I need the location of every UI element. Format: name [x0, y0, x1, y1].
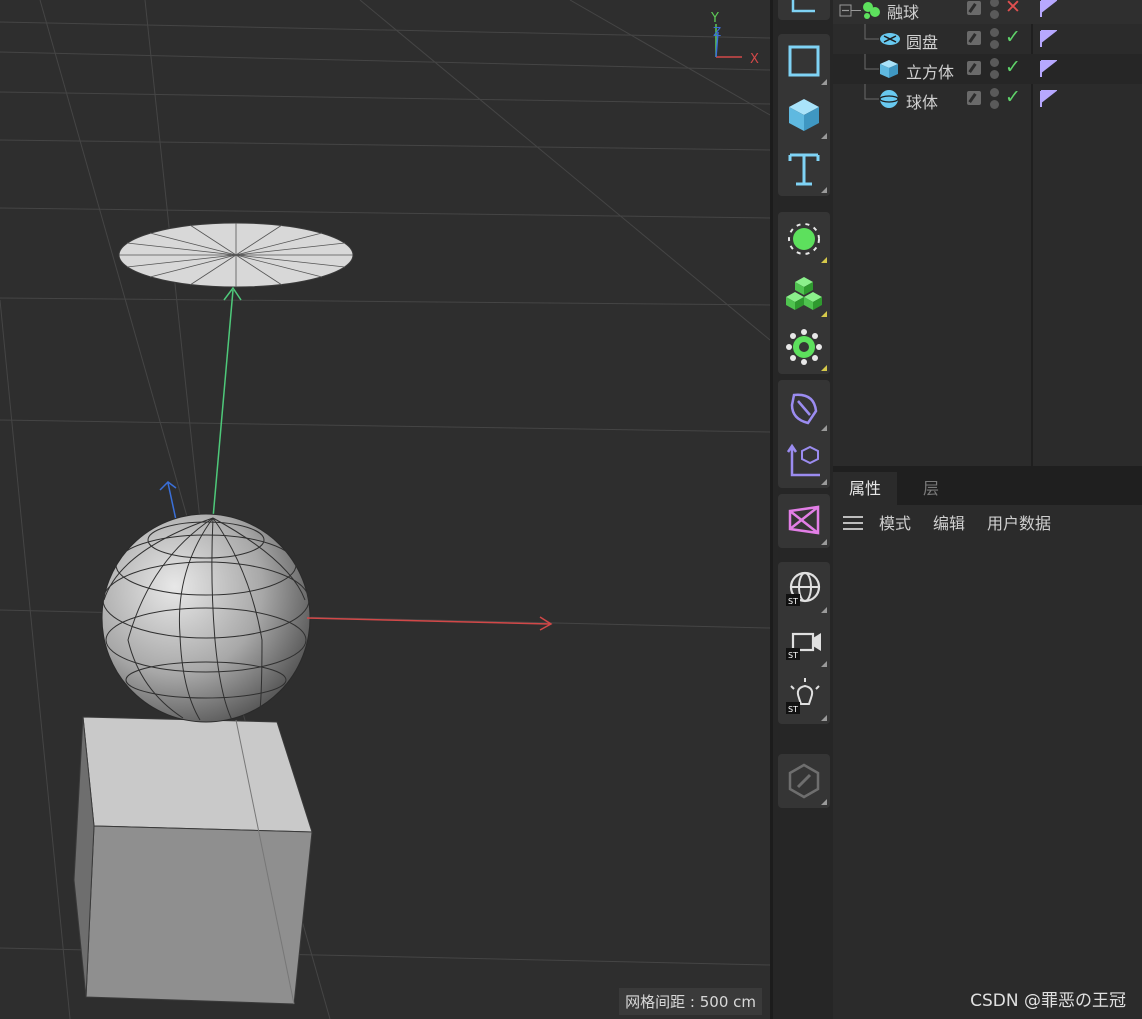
cube-icon	[880, 60, 898, 78]
visibility-dots[interactable]	[990, 28, 1000, 50]
menu-icon[interactable]	[843, 516, 863, 530]
svg-text:ST: ST	[788, 597, 798, 606]
editor-visibility-icon[interactable]	[967, 31, 981, 45]
svg-text:ST: ST	[788, 651, 798, 660]
visibility-dots[interactable]	[990, 0, 1000, 20]
3d-viewport[interactable]: Y Z X 网格间距 : 500 cm	[0, 0, 770, 1019]
camera-icon: ST	[786, 632, 821, 660]
spline-pen-button[interactable]	[778, 380, 830, 434]
visibility-dots[interactable]	[990, 88, 1000, 110]
enable-toggle-on[interactable]: ✓	[1005, 26, 1021, 48]
toolbar-group-mograph	[778, 494, 830, 548]
toolbar-group-generators	[778, 212, 830, 374]
attribute-manager: 属性 层 模式 编辑 用户数据	[833, 472, 1142, 1019]
axis-label-y: Y	[710, 11, 719, 26]
enable-toggle-on[interactable]: ✓	[1005, 86, 1021, 108]
enable-toggle-off[interactable]: ✕	[1005, 0, 1021, 18]
toolbar-group-edit	[778, 754, 830, 808]
cube-object[interactable]	[73, 716, 313, 1005]
viewport-scene: Y Z X	[0, 0, 770, 1019]
camera-button[interactable]: ST	[778, 616, 830, 670]
tree-branch-icon	[864, 24, 879, 40]
tab-attributes[interactable]: 属性	[833, 472, 898, 505]
phong-tag-icon[interactable]	[1039, 0, 1057, 18]
spline-arrow-icon	[791, 0, 815, 13]
tree-collapse-icon[interactable]	[839, 3, 861, 21]
editor-visibility-icon[interactable]	[967, 61, 981, 75]
watermark: CSDN @罪恶の王冠	[970, 991, 1126, 1011]
menu-edit[interactable]: 编辑	[933, 510, 965, 534]
x-axis-handle[interactable]	[306, 616, 553, 631]
rectangle-spline-button[interactable]	[778, 34, 830, 88]
editor-visibility-icon[interactable]	[967, 91, 981, 105]
right-panel: 融球 ✕ 圆盘 ✓ 立方体 ✓ 球体 ✓ 属性 层 模式 编辑 用户数据 CSD…	[833, 0, 1142, 1019]
sphere-icon	[879, 90, 899, 108]
phong-tag-icon[interactable]	[1039, 90, 1057, 108]
light-button[interactable]: ST	[778, 670, 830, 724]
object-name[interactable]: 融球	[887, 0, 919, 23]
object-row-disc[interactable]: 圆盘 ✓	[833, 24, 1142, 54]
visibility-dots[interactable]	[990, 58, 1000, 80]
null-object-icon	[788, 223, 820, 255]
toolbar-group-primitives	[778, 34, 830, 196]
axis-label-z: Z	[713, 25, 721, 39]
text-spline-button[interactable]	[778, 142, 830, 196]
mograph-button[interactable]	[778, 494, 830, 548]
svg-text:ST: ST	[788, 705, 798, 714]
subdivision-icon	[786, 277, 822, 310]
subdivision-button[interactable]	[778, 266, 830, 320]
tab-layers[interactable]: 层	[907, 472, 955, 505]
toolbar-group-splines	[778, 380, 830, 488]
null-object-button[interactable]	[778, 212, 830, 266]
attribute-tabbar: 属性 层	[833, 472, 1142, 505]
mograph-icon	[788, 505, 820, 535]
tree-branch-icon	[864, 54, 879, 70]
y-axis-handle[interactable]	[212, 286, 242, 519]
object-toolbar: ST ST ST	[773, 0, 833, 1019]
enable-toggle-on[interactable]: ✓	[1005, 56, 1021, 78]
grid-spacing-label: 网格间距 : 500 cm	[619, 988, 762, 1015]
axis-label-x: X	[750, 52, 759, 67]
toolbar-group-top	[778, 0, 830, 20]
environment-button[interactable]: ST	[778, 562, 830, 616]
z-axis-handle[interactable]	[159, 481, 177, 521]
deformer-button[interactable]	[778, 320, 830, 374]
light-icon: ST	[786, 678, 820, 714]
object-manager: 融球 ✕ 圆盘 ✓ 立方体 ✓ 球体 ✓	[833, 0, 1142, 466]
tree-branch-icon	[864, 84, 879, 100]
object-name[interactable]: 圆盘	[906, 29, 938, 53]
disc-object[interactable]	[118, 222, 354, 288]
object-row-metaball[interactable]: 融球 ✕	[833, 0, 1142, 24]
menu-user-data[interactable]: 用户数据	[987, 510, 1051, 534]
edit-disabled-icon	[788, 763, 820, 799]
object-name[interactable]: 立方体	[906, 59, 954, 83]
toolbar-group-scene: ST ST ST	[778, 562, 830, 724]
text-spline-icon	[788, 153, 820, 186]
object-name[interactable]: 球体	[906, 89, 938, 113]
menu-mode[interactable]: 模式	[879, 510, 911, 534]
coordinate-button[interactable]	[778, 434, 830, 488]
phong-tag-icon[interactable]	[1039, 30, 1057, 48]
spline-pen-icon	[790, 393, 818, 425]
deformer-icon	[786, 329, 822, 365]
edit-object-button[interactable]	[778, 754, 830, 808]
rectangle-spline-icon	[788, 45, 820, 77]
cube-primitive-icon	[789, 99, 819, 131]
axis-gizmo: Y Z X	[710, 11, 759, 67]
phong-tag-icon[interactable]	[1039, 60, 1057, 78]
cube-primitive-button[interactable]	[778, 88, 830, 142]
coordinate-icon	[786, 443, 820, 477]
disc-icon	[880, 33, 900, 45]
spline-tool-button[interactable]	[778, 0, 830, 20]
sphere-object[interactable]	[101, 513, 311, 723]
editor-visibility-icon[interactable]	[967, 1, 981, 15]
object-row-sphere[interactable]: 球体 ✓	[833, 84, 1142, 114]
object-row-cube[interactable]: 立方体 ✓	[833, 54, 1142, 84]
metaball-icon	[863, 2, 880, 19]
environment-icon: ST	[786, 571, 821, 606]
